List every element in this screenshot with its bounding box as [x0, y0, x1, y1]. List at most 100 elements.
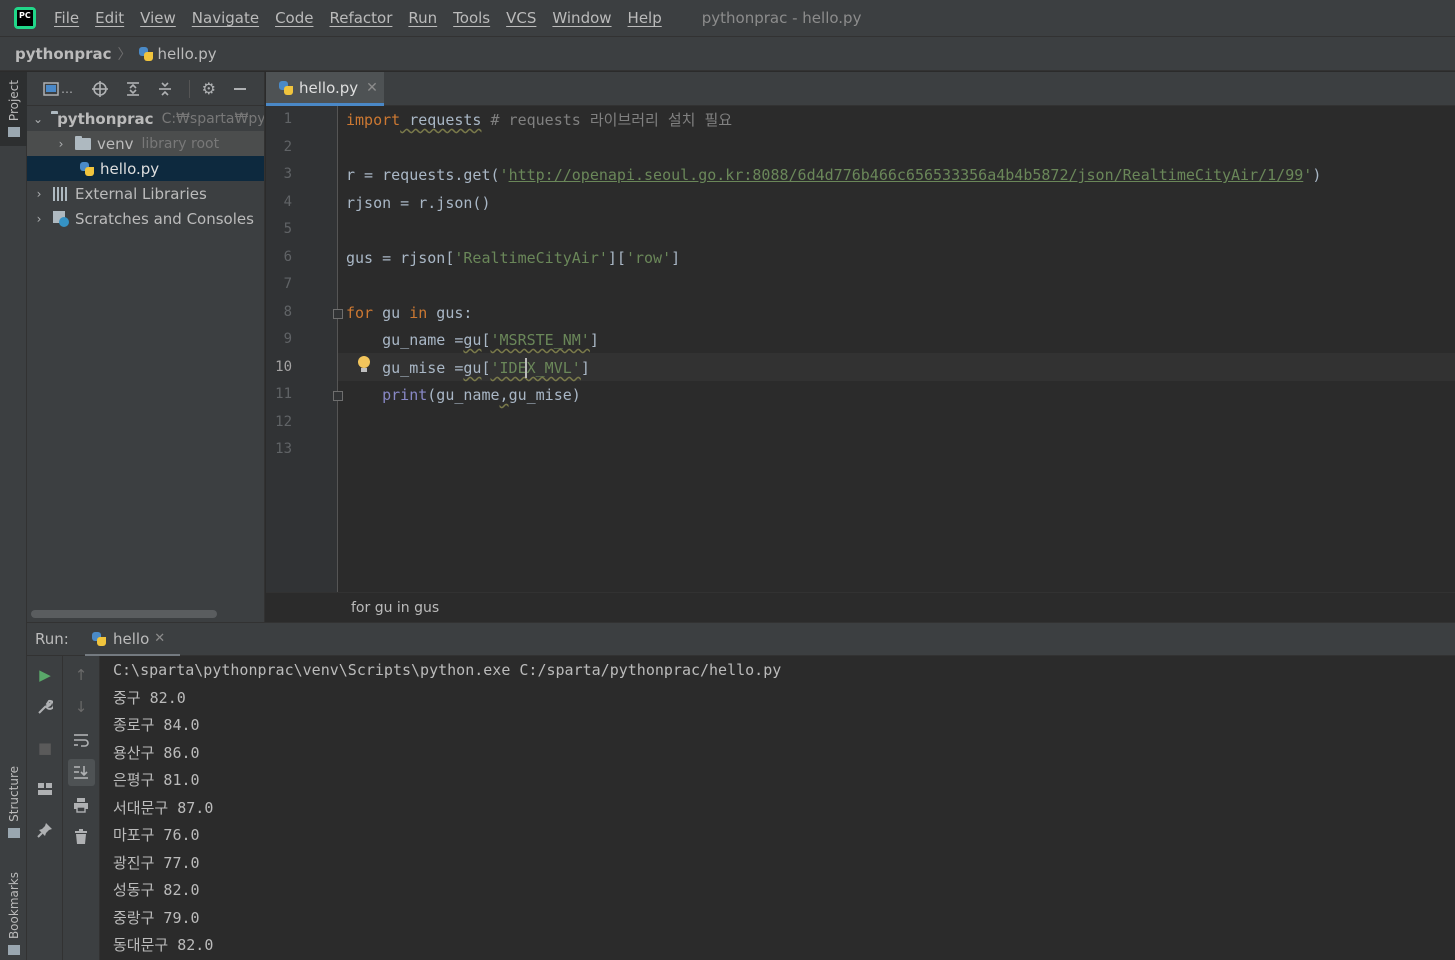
run-tab-hello[interactable]: hello ✕: [85, 623, 180, 657]
line-number: 7: [283, 276, 292, 292]
run-icon[interactable]: ▶: [36, 666, 54, 684]
editor-tab-bar: hello.py ✕: [266, 72, 1455, 106]
left-tool-strip: Project Structure Bookmarks: [0, 72, 27, 960]
chevron-right-icon[interactable]: ›: [33, 212, 45, 226]
menu-run[interactable]: Run: [408, 9, 437, 27]
layout-icon[interactable]: [36, 780, 54, 798]
tree-item-hello-py[interactable]: hello.py: [27, 156, 264, 181]
menu-file[interactable]: File: [54, 9, 79, 27]
line-number: 8: [283, 304, 292, 320]
run-toolbar-left: ▶ ■: [27, 656, 63, 960]
structure-icon: [7, 827, 20, 838]
fold-marker-icon[interactable]: [333, 309, 343, 319]
line-number: 13: [275, 441, 292, 457]
menu-refactor[interactable]: Refactor: [329, 9, 392, 27]
down-arrow-icon[interactable]: ↓: [72, 698, 90, 716]
project-toolbar: … ⚙: [27, 72, 264, 106]
code-line-4: rjson = r.json(): [346, 194, 491, 212]
line-number: 1: [283, 111, 292, 127]
close-icon[interactable]: ✕: [366, 80, 378, 96]
run-console-output[interactable]: C:\sparta\pythonprac\venv\Scripts\python…: [100, 656, 1455, 960]
view-mode-icon[interactable]: [43, 80, 59, 98]
console-line: 동대문구 82.0: [113, 936, 214, 954]
tab-hello-py[interactable]: hello.py ✕: [266, 72, 384, 106]
code-editor[interactable]: 1 2 3 4 5 6 7 8 9 10 11 12 13 import req…: [266, 106, 1455, 592]
library-icon: [53, 186, 69, 201]
code-line-6: gus = rjson['RealtimeCityAir']['row']: [346, 249, 681, 267]
menu-tools[interactable]: Tools: [453, 9, 490, 27]
view-mode-dropdown[interactable]: …: [61, 82, 73, 96]
menu-window[interactable]: Window: [552, 9, 611, 27]
line-number: 11: [275, 386, 292, 402]
console-line: 종로구 84.0: [113, 716, 200, 734]
gear-icon[interactable]: ⚙: [202, 79, 216, 98]
tree-item-label: pythonprac: [57, 109, 154, 128]
line-number: 5: [283, 221, 292, 237]
text-caret: [525, 358, 527, 378]
menu-edit[interactable]: Edit: [95, 9, 124, 27]
chevron-down-icon[interactable]: ⌄: [33, 112, 43, 126]
window-title: pythonprac - hello.py: [701, 9, 862, 27]
up-arrow-icon[interactable]: ↑: [72, 666, 90, 684]
console-line: 광진구 77.0: [113, 854, 200, 872]
python-file-icon: [278, 80, 294, 96]
chevron-right-icon[interactable]: ›: [55, 137, 67, 151]
tree-item-external-libraries[interactable]: › External Libraries: [27, 181, 264, 206]
expand-all-icon[interactable]: [125, 80, 141, 98]
editor-breadcrumb-label: for gu in gus: [351, 599, 440, 616]
console-line: 서대문구 87.0: [113, 799, 214, 817]
tree-item-project-root[interactable]: ⌄ pythonprac C:₩sparta₩pyt: [27, 106, 264, 131]
menu-vcs[interactable]: VCS: [506, 9, 536, 27]
fold-marker-icon[interactable]: [333, 391, 343, 401]
horizontal-scrollbar[interactable]: [31, 610, 217, 618]
print-icon[interactable]: [72, 796, 90, 814]
stop-icon[interactable]: ■: [36, 739, 54, 757]
project-panel: … ⚙ ⌄ pythonprac C:₩sparta₩pyt › venv li…: [27, 72, 265, 622]
tool-tab-bookmarks[interactable]: Bookmarks: [0, 872, 27, 960]
close-icon[interactable]: ✕: [154, 631, 165, 646]
pin-icon[interactable]: [36, 821, 54, 839]
title-bar: PC File Edit View Navigate Code Refactor…: [0, 0, 1455, 37]
minimize-icon[interactable]: [232, 80, 248, 98]
line-number: 6: [283, 249, 292, 265]
menu-view[interactable]: View: [140, 9, 176, 27]
run-tab-label: hello: [113, 629, 150, 648]
breadcrumb-project[interactable]: pythonprac: [15, 45, 112, 63]
run-label: Run:: [35, 630, 69, 648]
tree-item-venv[interactable]: › venv library root: [27, 131, 264, 156]
tab-label: hello.py: [299, 78, 359, 97]
soft-wrap-icon[interactable]: [72, 731, 90, 749]
tree-item-path-hint: library root: [141, 135, 220, 152]
tree-item-label: venv: [97, 134, 134, 153]
console-line: 마포구 76.0: [113, 826, 200, 844]
line-number: 4: [283, 194, 292, 210]
scroll-to-end-icon[interactable]: [72, 763, 90, 781]
collapse-all-icon[interactable]: [157, 80, 173, 98]
tree-item-label: Scratches and Consoles: [75, 209, 254, 228]
locate-icon[interactable]: [91, 80, 109, 98]
line-number: 3: [283, 166, 292, 182]
breadcrumb-separator-icon: 〉: [117, 46, 132, 63]
tool-tab-project[interactable]: Project: [0, 72, 27, 146]
tree-item-label: External Libraries: [75, 184, 207, 203]
tree-item-scratches[interactable]: › Scratches and Consoles: [27, 206, 264, 231]
menu-code[interactable]: Code: [275, 9, 313, 27]
menu-navigate[interactable]: Navigate: [192, 9, 259, 27]
bookmark-icon: [7, 945, 20, 956]
folder-icon: [7, 127, 20, 138]
editor-breadcrumb[interactable]: for gu in gus: [266, 592, 1455, 622]
wrench-icon[interactable]: [36, 698, 54, 716]
chevron-right-icon[interactable]: ›: [33, 187, 45, 201]
menu-help[interactable]: Help: [628, 9, 662, 27]
python-file-icon: [79, 161, 95, 177]
tool-tab-structure[interactable]: Structure: [0, 766, 27, 856]
scratches-icon: [53, 210, 69, 227]
tree-item-label: hello.py: [100, 159, 160, 178]
python-file-icon: [138, 46, 154, 62]
breadcrumb-file[interactable]: hello.py: [158, 45, 217, 63]
line-number-current: 10: [275, 359, 292, 375]
trash-icon[interactable]: [72, 828, 90, 846]
line-number-gutter: 1 2 3 4 5 6 7 8 9 10 11 12 13: [266, 106, 338, 592]
pycharm-logo-icon: PC: [14, 7, 36, 29]
run-toolbar-right: ↑ ↓: [63, 656, 100, 960]
